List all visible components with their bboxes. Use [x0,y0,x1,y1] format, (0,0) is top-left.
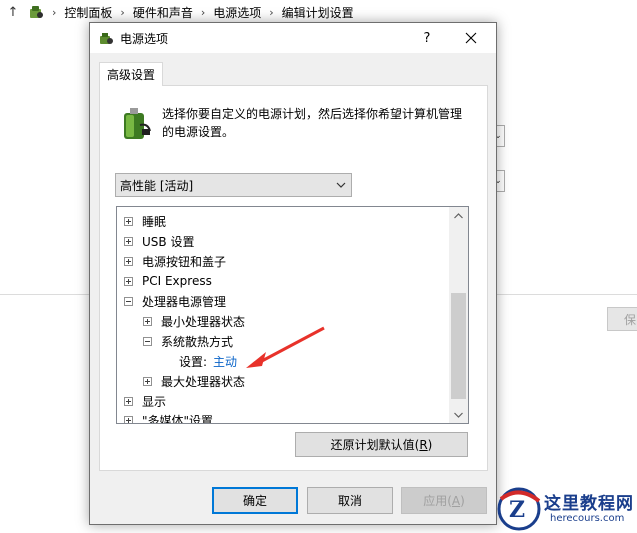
tree-item-multimedia[interactable]: "多媒体"设置 [124,410,214,424]
power-plan-select[interactable]: 高性能 [活动] [115,173,352,197]
expand-icon[interactable] [124,236,133,246]
tree-item-label: "多媒体"设置 [142,413,214,424]
apply-button-label: 应用 [423,494,448,508]
close-icon [465,32,477,44]
tree-item-label: 最大处理器状态 [161,374,246,389]
settings-tree: 睡眠 USB 设置 电源按钮和盖子 PCI Express 处理器电源管理 最小… [116,206,469,424]
title-bar[interactable]: 电源选项 ? [90,23,496,53]
address-bar: ↑ › 控制面板 › 硬件和声音 › 电源选项 › 编辑计划设置 [0,0,637,24]
apply-access-key: A [451,493,461,508]
tree-item-min-processor-state[interactable]: 最小处理器状态 [143,311,245,331]
tree-item-usb[interactable]: USB 设置 [124,231,194,251]
tree-item-label: PCI Express [142,274,212,288]
advanced-settings-panel: 选择你要自定义的电源计划，然后选择你希望计算机管理的电源设置。 高性能 [活动]… [99,85,488,471]
restore-defaults-button[interactable]: 还原计划默认值(R) [295,432,468,457]
breadcrumb-item[interactable]: 编辑计划设置 [282,4,354,21]
up-arrow-icon[interactable]: ↑ [6,5,20,20]
dialog-title: 电源选项 [120,31,169,46]
cancel-button[interactable]: 取消 [307,487,393,514]
breadcrumb-item[interactable]: 控制面板 [64,4,112,21]
watermark-title: 这里教程网 [544,494,634,514]
expand-icon[interactable] [124,415,133,423]
tree-item-pci-express[interactable]: PCI Express [124,271,212,291]
tree-item-label: 睡眠 [142,214,167,229]
save-button-label: 保 [624,312,637,327]
expand-icon[interactable] [143,316,152,326]
tree-item-display[interactable]: 显示 [124,391,166,411]
scroll-down-arrow[interactable] [449,406,468,423]
restore-button-label: 还原计划默认值 [330,438,415,452]
scroll-up-arrow[interactable] [449,207,468,224]
tab-advanced-settings[interactable]: 高级设置 [99,62,163,86]
expand-icon[interactable] [124,216,133,226]
plan-select-value: 高性能 [活动] [120,178,194,193]
battery-plug-icon [124,108,151,139]
tree-item-max-processor-state[interactable]: 最大处理器状态 [143,371,245,391]
close-button[interactable] [452,23,490,53]
ok-button[interactable]: 确定 [212,487,298,514]
expand-icon[interactable] [124,396,133,406]
restore-access-key: R [419,437,428,452]
tree-item-sleep[interactable]: 睡眠 [124,211,166,231]
breadcrumb-item[interactable]: 电源选项 [213,4,261,21]
apply-button[interactable]: 应用(A) [401,487,487,514]
chevron-down-icon [454,412,463,418]
tree-item-label: USB 设置 [142,234,195,249]
power-options-dialog: 电源选项 ? 高级设置 选择你要自定义的电源计划，然后选择你希望计算机管理的电源… [89,22,497,525]
breadcrumb-item[interactable]: 硬件和声音 [133,4,193,21]
setting-label: 设置: [179,354,208,369]
tree-item-label: 最小处理器状态 [161,314,246,329]
scrollbar-thumb[interactable] [451,293,466,399]
power-plan-icon [100,33,113,44]
tree-item-label: 处理器电源管理 [142,294,227,309]
tree-item-processor-power[interactable]: 处理器电源管理 [124,291,226,311]
breadcrumb-separator: › [52,5,57,19]
chevron-down-icon [336,182,346,188]
expand-icon[interactable] [124,256,133,266]
chevron-up-icon [454,212,463,218]
tree-item-power-button[interactable]: 电源按钮和盖子 [124,251,226,271]
breadcrumb-separator: › [269,5,274,19]
setting-value-link[interactable]: 主动 [213,353,237,370]
description-text: 选择你要自定义的电源计划，然后选择你希望计算机管理的电源设置。 [162,107,463,139]
collapse-icon[interactable] [124,296,133,306]
breadcrumb-separator: › [120,5,125,19]
tree-item-setting[interactable]: 设置: 主动 [179,351,237,371]
tree-item-label: 显示 [142,394,167,409]
tree-item-label: 系统散热方式 [161,334,234,349]
save-button[interactable]: 保 [607,307,637,331]
tree-scrollbar[interactable] [449,207,468,423]
annotation-arrow-icon [246,326,325,368]
control-panel-icon [30,6,43,18]
tree-item-cooling-policy[interactable]: 系统散热方式 [143,331,233,351]
expand-icon[interactable] [143,376,152,386]
help-button[interactable]: ? [412,23,442,53]
tree-item-label: 电源按钮和盖子 [142,254,227,269]
breadcrumb-separator: › [200,5,206,19]
expand-icon[interactable] [124,276,133,286]
collapse-icon[interactable] [143,336,152,346]
watermark-url: herecours.com [550,513,625,524]
svg-text:Z: Z [509,497,525,523]
